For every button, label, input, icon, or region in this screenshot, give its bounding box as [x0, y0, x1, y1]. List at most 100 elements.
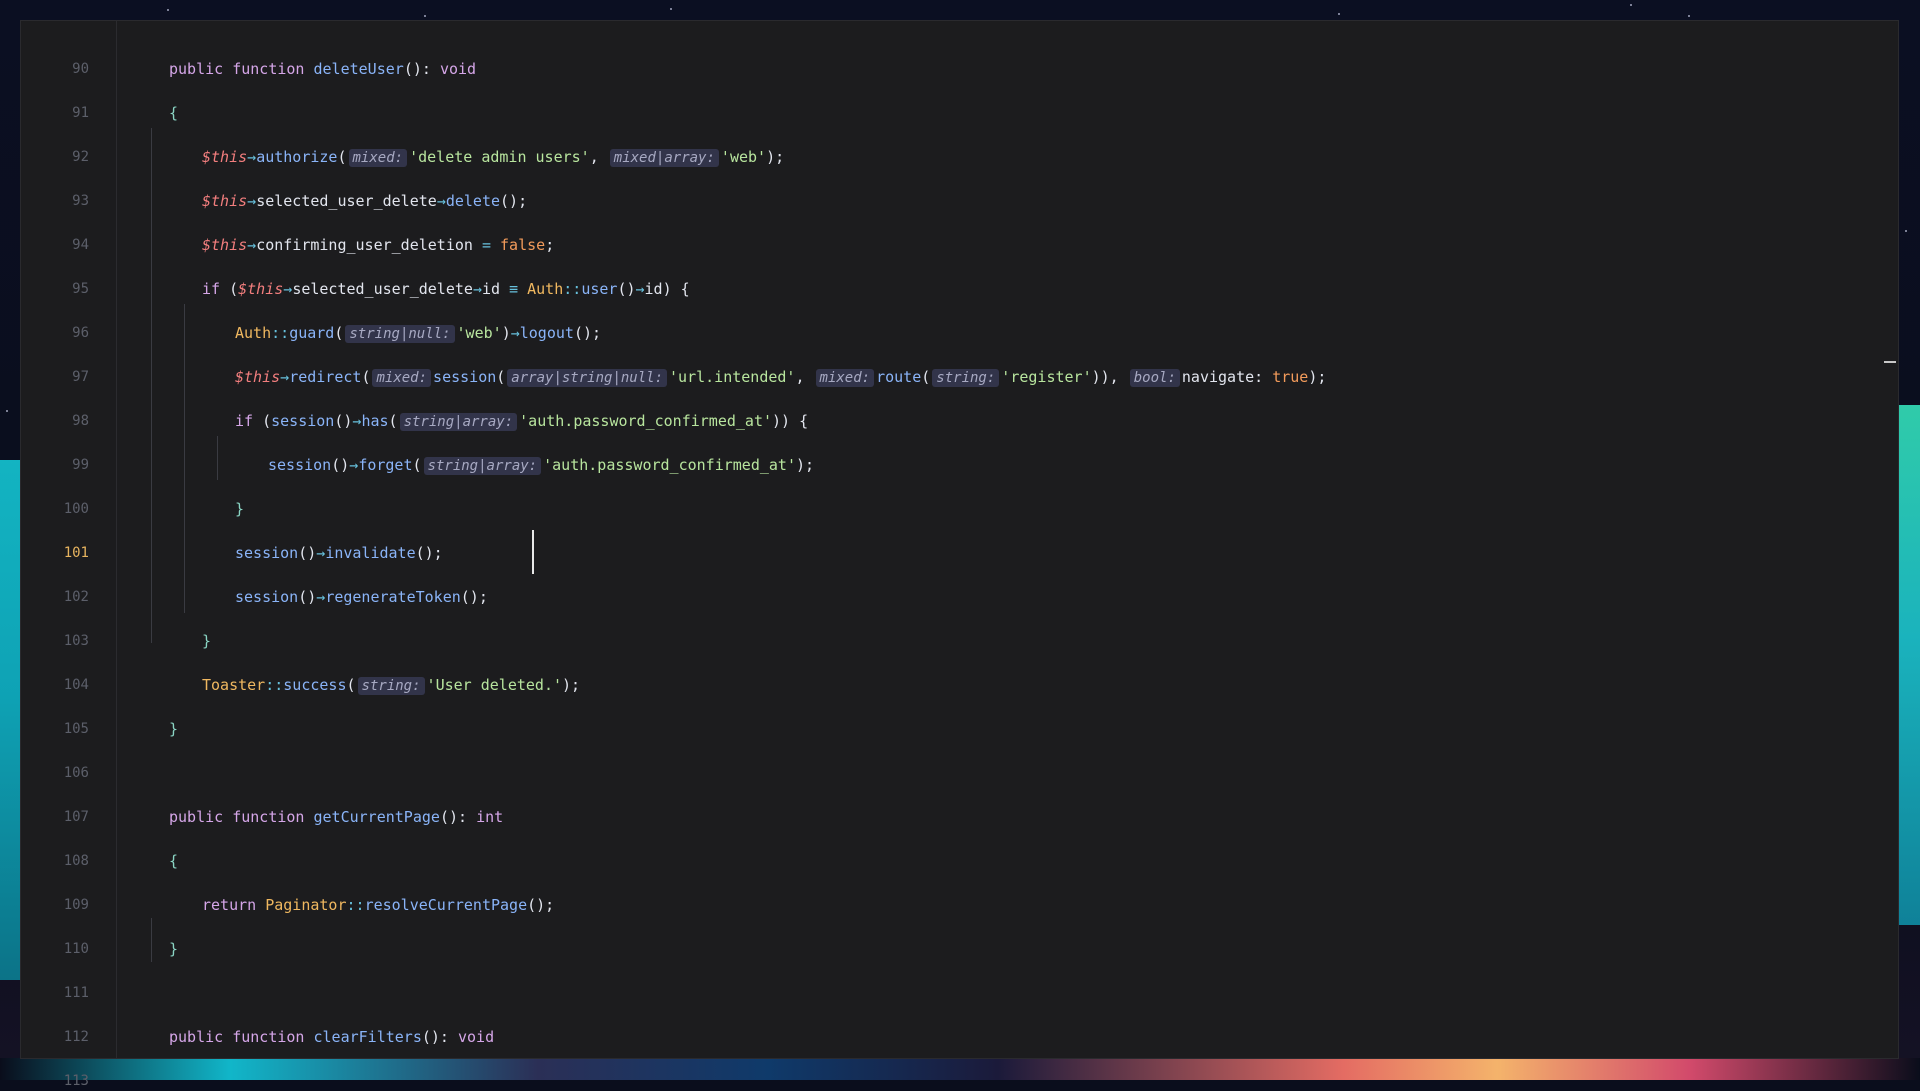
line-number[interactable]: 99 [21, 455, 89, 475]
code-token: ≡ [500, 280, 528, 298]
code-token: $this [202, 192, 248, 210]
code-token: (): [421, 1028, 458, 1046]
inlay-type-hint: string|null: [345, 325, 455, 343]
code-line[interactable]: session()→forget(string|array:'auth.pass… [268, 454, 814, 476]
code-token: id [644, 280, 663, 298]
code-token: authorize [256, 148, 338, 166]
code-line[interactable]: } [235, 498, 244, 520]
code-token: ( [334, 324, 344, 342]
wallpaper-star [424, 15, 426, 17]
line-number[interactable]: 96 [21, 323, 89, 343]
code-token: Auth [527, 280, 564, 298]
code-token: $this [202, 148, 248, 166]
line-number[interactable]: 101 [21, 543, 89, 563]
code-line[interactable]: { [169, 850, 178, 872]
line-number[interactable]: 91 [21, 103, 89, 123]
line-number[interactable]: 90 [21, 59, 89, 79]
code-line[interactable]: if ($this→selected_user_delete→id ≡ Auth… [202, 278, 690, 300]
code-line[interactable]: public function deleteUser(): void [169, 58, 476, 80]
code-token: , [589, 148, 608, 166]
code-token: : [1254, 368, 1273, 386]
inlay-type-hint: bool: [1129, 369, 1180, 387]
code-token: id [481, 280, 501, 298]
code-token: () [298, 588, 317, 606]
line-number[interactable]: 98 [21, 411, 89, 431]
line-number[interactable]: 104 [21, 675, 89, 695]
line-number[interactable]: 109 [21, 895, 89, 915]
code-token: clearFilters [313, 1028, 422, 1046]
code-line[interactable]: $this→confirming_user_deletion = false; [202, 234, 554, 256]
code-line[interactable]: session()→regenerateToken(); [235, 586, 488, 608]
inlay-type-hint: mixed|array: [609, 149, 719, 167]
line-number[interactable]: 113 [21, 1071, 89, 1091]
code-token: ) { [662, 280, 690, 298]
wallpaper-star [167, 9, 169, 11]
code-token: selected_user_delete [256, 192, 437, 210]
line-number[interactable]: 92 [21, 147, 89, 167]
code-line[interactable]: Auth::guard(string|null:'web')→logout(); [235, 322, 601, 344]
line-number[interactable]: 105 [21, 719, 89, 739]
code-token: navigate [1181, 368, 1255, 386]
code-token: = [472, 236, 501, 254]
line-number[interactable]: 95 [21, 279, 89, 299]
code-line[interactable]: Toaster::success(string: 'User deleted.')… [202, 674, 580, 696]
inlay-type-hint: string|array: [399, 413, 518, 431]
line-number[interactable]: 111 [21, 983, 89, 1003]
code-line[interactable]: public function getCurrentPage(): int [169, 806, 503, 828]
line-number[interactable]: 93 [21, 191, 89, 211]
line-number[interactable]: 110 [21, 939, 89, 959]
line-number[interactable]: 97 [21, 367, 89, 387]
code-line[interactable]: return Paginator::resolveCurrentPage(); [202, 894, 554, 916]
code-line[interactable]: } [169, 718, 178, 740]
code-line[interactable]: $this→authorize(mixed:'delete admin user… [202, 146, 784, 168]
code-token: ); [795, 456, 815, 474]
code-token: success [283, 676, 347, 694]
code-token: } [169, 940, 179, 958]
code-token: (); [527, 896, 555, 914]
code-token: { [169, 104, 179, 122]
code-line[interactable]: } [169, 938, 178, 960]
scrollbar-marker [1884, 361, 1896, 363]
indent-guide [151, 918, 152, 962]
code-line[interactable]: session()→invalidate(); [235, 542, 443, 564]
indent-guide [151, 128, 152, 643]
inlay-type-hint: string: [932, 369, 1000, 387]
code-token: session [235, 544, 299, 562]
code-line[interactable]: $this→selected_user_delete→delete(); [202, 190, 527, 212]
code-token: ) [501, 324, 511, 342]
code-token: function [232, 1028, 314, 1046]
code-token: 'auth.password_confirmed_at' [519, 412, 773, 430]
code-line[interactable]: $this→redirect(mixed: session(array|strin… [235, 366, 1326, 388]
vertical-scrollbar[interactable] [1882, 21, 1898, 1058]
wallpaper-star [1688, 15, 1690, 17]
code-token: ( [921, 368, 931, 386]
code-token: } [202, 632, 212, 650]
code-token: (): [439, 808, 477, 826]
code-token: → [280, 368, 290, 386]
line-number[interactable]: 103 [21, 631, 89, 651]
code-token: } [169, 720, 179, 738]
code-token: )), [1091, 368, 1128, 386]
code-line[interactable]: } [202, 630, 211, 652]
code-token: } [235, 500, 245, 518]
code-token: → [510, 324, 520, 342]
code-token: redirect [289, 368, 362, 386]
code-line[interactable]: public function clearFilters(): void [169, 1026, 494, 1048]
line-number-gutter[interactable]: 90 91 92 93 94 95 96 97 98 99 100 101 102 103 104 105 10… [21, 21, 117, 1089]
code-line[interactable]: { [169, 102, 178, 124]
code-editor-window[interactable]: 90 91 92 93 94 95 96 97 98 99 100 101 102 103 104 105 10… [20, 20, 1899, 1089]
code-token: :: [563, 280, 582, 298]
code-token: $this [238, 280, 284, 298]
line-number[interactable]: 108 [21, 851, 89, 871]
code-token: , [795, 368, 814, 386]
code-line[interactable]: if (session()→has(string|array:'auth.pas… [235, 410, 808, 432]
code-token: ; [545, 236, 555, 254]
line-number[interactable]: 106 [21, 763, 89, 783]
line-number[interactable]: 94 [21, 235, 89, 255]
line-number[interactable]: 107 [21, 807, 89, 827]
line-number[interactable]: 102 [21, 587, 89, 607]
line-number[interactable]: 100 [21, 499, 89, 519]
line-number[interactable]: 112 [21, 1027, 89, 1047]
inlay-type-hint: mixed: [372, 369, 432, 387]
code-area[interactable]: public function deleteUser(): void { $this… [117, 21, 1898, 1058]
